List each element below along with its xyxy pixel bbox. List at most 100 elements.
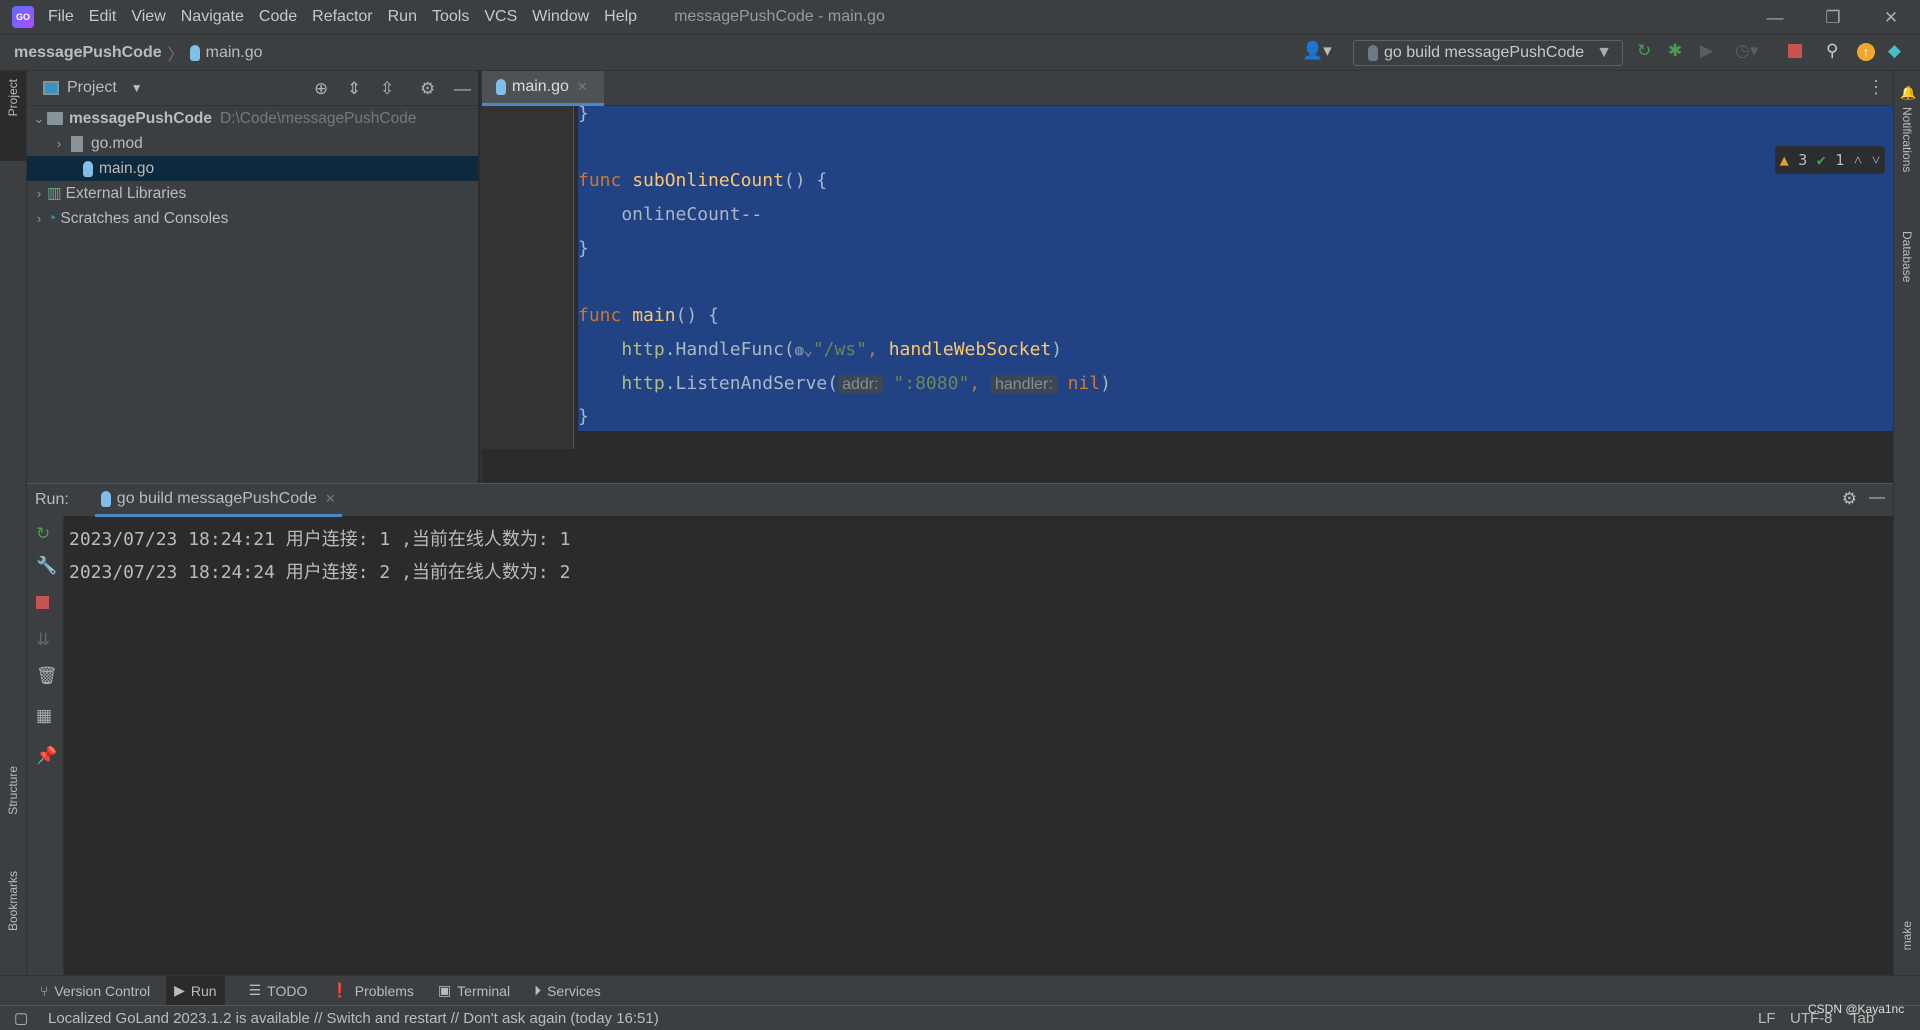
parameter-hint: addr: <box>838 374 883 394</box>
tree-item-project-root[interactable]: ⌄ messagePushCode D:\Code\messagePushCod… <box>27 106 478 131</box>
go-file-icon <box>496 79 506 95</box>
line-separator[interactable]: LF <box>1758 1010 1776 1027</box>
menu-file[interactable]: File <box>48 8 74 26</box>
coverage-icon[interactable]: ▶ <box>1700 41 1713 61</box>
menu-navigate[interactable]: Navigate <box>181 8 244 26</box>
make-tool-button[interactable]: make <box>1900 921 1914 950</box>
expand-all-icon[interactable]: ⇕ <box>347 79 361 99</box>
stop-icon[interactable] <box>1788 44 1802 58</box>
stop-icon[interactable] <box>36 596 49 609</box>
console-output[interactable]: 2023/07/23 18:24:21 用户连接: 1 ,当前在线人数为: 1 2… <box>69 523 570 589</box>
tab-label: Problems <box>354 982 414 999</box>
close-button[interactable]: ✕ <box>1862 0 1920 35</box>
run-tab[interactable]: go build messagePushCode ✕ <box>94 484 342 517</box>
project-view-select[interactable]: Project <box>67 79 117 97</box>
debug-icon[interactable]: ✱ <box>1668 41 1682 61</box>
code-line: } <box>578 238 589 259</box>
code-line: http.HandleFunc(◍⌄"/ws", handleWebSocket… <box>578 339 1062 360</box>
notifications-tool-button[interactable]: Notifications <box>1900 107 1914 172</box>
tab-label: Terminal <box>457 982 511 999</box>
code-token: func <box>578 305 622 327</box>
run-configuration-select[interactable]: go build messagePushCode ▼ <box>1353 40 1623 66</box>
parameter-hint: handler: <box>990 374 1057 394</box>
run-panel-header: Run: go build messagePushCode ✕ ⚙ — <box>27 483 1893 517</box>
menu-code[interactable]: Code <box>259 8 297 26</box>
tree-item-label: go.mod <box>91 134 143 152</box>
wrench-icon[interactable]: 🔧 <box>36 556 57 576</box>
chevron-down-icon[interactable]: ▼ <box>131 81 143 95</box>
url-globe-icon[interactable]: ◍⌄ <box>795 341 813 359</box>
profile-icon[interactable]: ◷▾ <box>1735 41 1758 61</box>
library-icon: ▥ <box>47 185 62 202</box>
hide-icon[interactable]: — <box>454 79 471 99</box>
restore-button[interactable]: ❐ <box>1804 0 1862 35</box>
gear-icon[interactable]: ⚙ <box>1842 489 1857 509</box>
menu-window[interactable]: Window <box>532 8 589 26</box>
tab-todo[interactable]: ☰ TODO <box>249 976 308 1006</box>
layout-icon[interactable]: ▦ <box>36 706 52 726</box>
chevron-down-icon: ▼ <box>1596 44 1612 61</box>
scroll-to-end-icon[interactable]: ⇊ <box>36 630 50 650</box>
tab-main-go[interactable]: main.go ✕ <box>482 71 604 106</box>
warning-icon: ▲ <box>1779 151 1789 169</box>
more-icon[interactable]: ⋮ <box>1867 77 1885 98</box>
tree-item-main-go[interactable]: main.go <box>27 156 478 181</box>
code-token: } <box>578 406 589 428</box>
code-token: } <box>578 237 589 259</box>
terminal-icon: ▣ <box>437 982 452 998</box>
pin-icon[interactable]: 📌 <box>36 746 57 766</box>
tab-terminal[interactable]: ▣ Terminal <box>438 976 510 1006</box>
menu-view[interactable]: View <box>131 8 165 26</box>
menu-edit[interactable]: Edit <box>89 8 117 26</box>
services-icon: ⏵ <box>534 982 542 998</box>
toggle-tool-windows-icon[interactable]: ▢ <box>14 1009 28 1027</box>
code-with-me-icon[interactable]: ◆ <box>1888 41 1901 61</box>
tab-services[interactable]: ⏵ Services <box>534 976 601 1006</box>
previous-highlight-icon[interactable]: ˄ <box>1854 151 1862 170</box>
menu-tools[interactable]: Tools <box>432 8 469 26</box>
tab-version-control[interactable]: ⑂ Version Control <box>40 976 150 1006</box>
gear-icon[interactable]: ⚙ <box>420 79 435 99</box>
close-tab-icon[interactable]: ✕ <box>577 79 588 95</box>
code-area[interactable]: 9899100101102103104105106107108}func sub… <box>578 106 1893 449</box>
breadcrumb-file[interactable]: main.go <box>206 44 263 62</box>
update-icon[interactable]: ↑ <box>1857 43 1875 61</box>
close-tab-icon[interactable]: ✕ <box>325 491 336 507</box>
structure-tool-button[interactable]: Structure <box>6 766 20 815</box>
project-panel: Project ▼ ⊕ ⇕ ⇳ ⚙ — ⌄ messagePushCode D:… <box>27 71 478 483</box>
account-icon[interactable]: 👤▾ <box>1302 41 1332 61</box>
tab-run[interactable]: ▶ Run <box>166 975 225 1006</box>
tree-item-external-libraries[interactable]: › ▥ External Libraries <box>27 181 478 206</box>
warning-count: 3 <box>1798 151 1808 169</box>
next-highlight-icon[interactable]: ˅ <box>1872 151 1880 170</box>
weak-warning-icon: ✔ <box>1816 151 1826 169</box>
breadcrumb-project[interactable]: messagePushCode <box>14 44 162 62</box>
tab-problems[interactable]: ❗ Problems <box>331 976 414 1006</box>
tree-item-scratches[interactable]: › ◔ Scratches and Consoles <box>27 206 478 231</box>
function-name: main <box>632 305 676 327</box>
project-tool-button[interactable]: Project <box>6 79 20 116</box>
collapse-all-icon[interactable]: ⇳ <box>380 79 394 99</box>
rerun-icon[interactable]: ↻ <box>1637 41 1651 61</box>
bottom-tool-tabs: ⑂ Version Control ▶ Run ☰ TODO ❗ Problems ▣ T… <box>0 975 1920 1006</box>
locate-icon[interactable]: ⊕ <box>314 79 328 99</box>
database-tool-button[interactable]: Database <box>1900 231 1914 282</box>
menu-refactor[interactable]: Refactor <box>312 8 372 26</box>
status-bar: ▢ Localized GoLand 2023.1.2 is available… <box>0 1002 1920 1030</box>
menu-run[interactable]: Run <box>388 8 417 26</box>
hide-icon[interactable]: — <box>1869 489 1885 507</box>
menu-help[interactable]: Help <box>604 8 637 26</box>
code-token: ) <box>1051 338 1063 360</box>
trash-icon[interactable]: 🗑 <box>36 666 58 686</box>
bookmarks-tool-button[interactable]: Bookmarks <box>6 871 20 931</box>
search-icon[interactable]: ⚲ <box>1826 41 1838 61</box>
minimize-button[interactable]: — <box>1746 0 1804 35</box>
chevron-right-icon: › <box>36 186 42 201</box>
menu-vcs[interactable]: VCS <box>484 8 517 26</box>
status-message[interactable]: Localized GoLand 2023.1.2 is available /… <box>48 1010 659 1027</box>
rerun-icon[interactable]: ↻ <box>36 524 50 544</box>
run-icon: ▶ <box>174 982 185 998</box>
project-view-icon <box>43 81 59 95</box>
tree-item-go-mod[interactable]: › go.mod <box>27 131 478 156</box>
inspection-widget[interactable]: ▲ 3 ✔ 1 ˄ ˅ <box>1775 146 1885 174</box>
